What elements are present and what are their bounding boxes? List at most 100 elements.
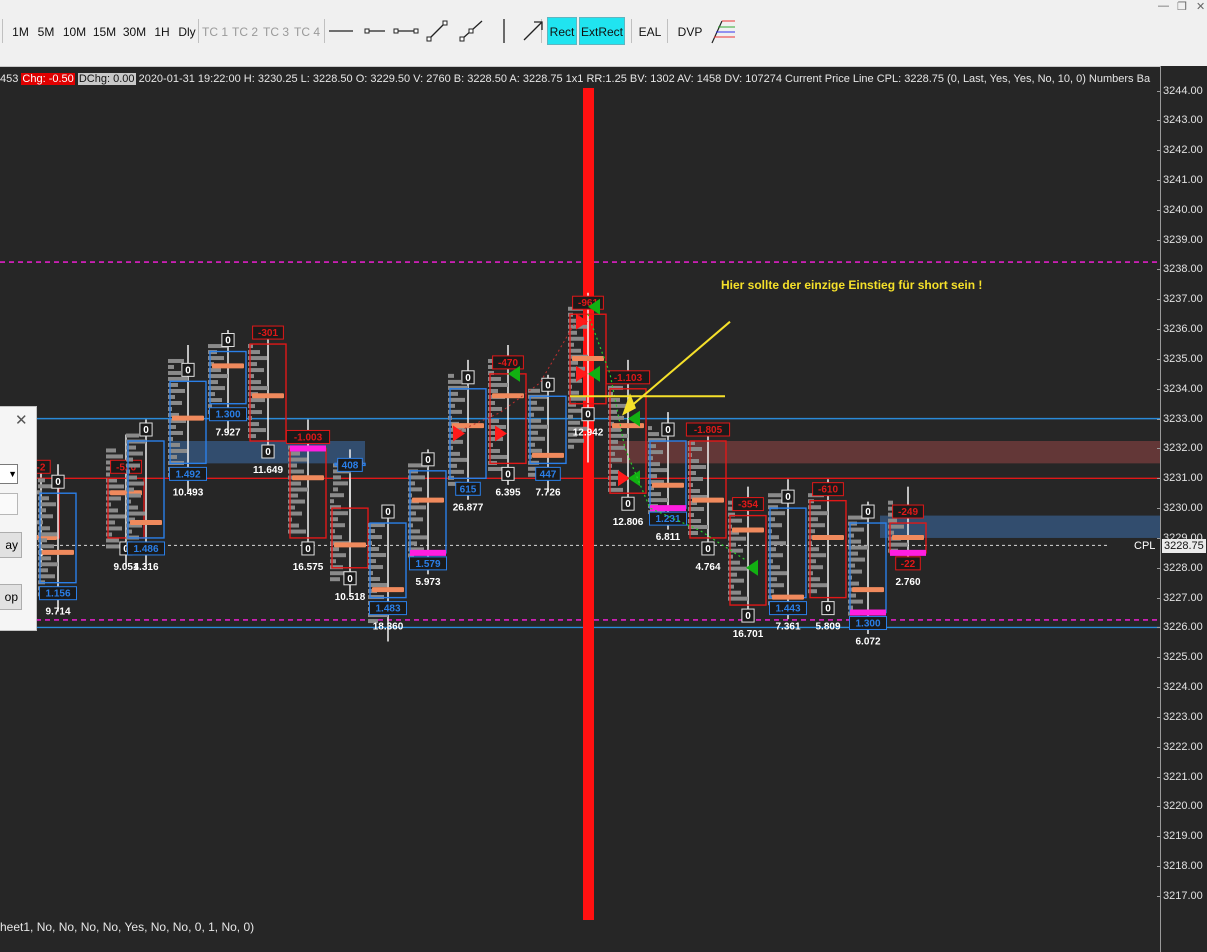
timeframe-button-30m[interactable]: 30M <box>120 17 149 45</box>
volume-profile-bar <box>168 448 187 453</box>
timeframe-button-5m[interactable]: 5M <box>34 17 58 45</box>
ray-tool-icon[interactable] <box>456 17 484 45</box>
minimize-icon[interactable]: — <box>1158 0 1169 12</box>
study-settings-status: heet1, No, No, No, No, Yes, No, No, 0, 1… <box>0 920 255 934</box>
volume-profile-bar <box>768 571 787 576</box>
price-axis-label: 3231.00 <box>1163 472 1203 485</box>
volume-profile-bar <box>528 424 548 429</box>
timeframe-button-dly[interactable]: Dly <box>175 17 199 45</box>
zone-rect-2[interactable] <box>880 515 1160 538</box>
chart-info-bar: 453 Chg: -0.50 DChg: 0.00 2020-01-31 19:… <box>0 71 1160 87</box>
volume-profile-bar <box>38 508 46 513</box>
volume-profile-bar <box>38 484 52 489</box>
price-axis-tick <box>1157 418 1161 420</box>
volume-profile-bar <box>688 465 706 470</box>
poc-marker <box>372 587 404 593</box>
price-axis-tick <box>1157 179 1161 181</box>
volume-profile-bar <box>368 553 386 558</box>
volume-profile-bar <box>126 433 139 438</box>
price-axis-label: 3221.00 <box>1163 770 1203 783</box>
horizontal-ray-tool-icon[interactable] <box>361 17 389 45</box>
poc-marker <box>212 363 244 369</box>
horizontal-line-tool-icon[interactable] <box>327 17 355 45</box>
volume-profile-bar <box>330 559 336 564</box>
price-axis-label: 3228.00 <box>1163 561 1203 574</box>
toolbar-separator <box>631 19 632 43</box>
close-icon[interactable]: ✕ <box>15 411 28 429</box>
dialog-button-stop[interactable]: op <box>0 584 22 610</box>
restore-icon[interactable]: ❐ <box>1177 0 1187 13</box>
volume-profile-bar <box>126 457 133 462</box>
volume-profile-bar <box>168 364 174 369</box>
price-axis-tick <box>1157 597 1161 599</box>
volume-profile-bar <box>448 457 467 462</box>
price-axis-tick <box>1157 150 1161 152</box>
volume-label: 2.760 <box>895 577 920 588</box>
volume-profile-bar <box>408 511 416 516</box>
price-axis-label: 3239.00 <box>1163 233 1203 246</box>
poc-marker <box>334 542 366 548</box>
arrow-tool-icon[interactable] <box>519 17 547 45</box>
poc-marker <box>852 587 884 593</box>
price-axis-tick <box>1157 806 1161 808</box>
volume-label: 12.942 <box>573 428 604 439</box>
timeframe-button-tc4[interactable]: TC 4 <box>293 17 321 45</box>
toolbar-separator <box>2 19 3 43</box>
volume-profile-bar <box>408 535 427 540</box>
info-details: 2020-01-31 19:22:00 H: 3230.25 L: 3228.5… <box>138 73 1151 85</box>
poc-marker <box>732 527 764 533</box>
price-axis-label: 3234.00 <box>1163 382 1203 395</box>
dialog-button-apply[interactable]: ay <box>0 532 22 558</box>
timeframe-button-1h[interactable]: 1H <box>151 17 173 45</box>
volume-profile-bar <box>528 442 535 447</box>
dropdown-select[interactable]: ▼ <box>0 464 18 484</box>
price-axis-tick <box>1157 508 1161 510</box>
timeframe-button-rect[interactable]: Rect <box>547 17 577 45</box>
timeframe-button-1m[interactable]: 1M <box>9 17 32 45</box>
volume-profile-bar <box>648 468 667 473</box>
poc-marker <box>292 475 324 481</box>
timeframe-button-15m[interactable]: 15M <box>91 17 118 45</box>
volume-profile-bar <box>648 432 659 437</box>
timeframe-button-eal[interactable]: EAL <box>636 17 664 45</box>
volume-profile-bar <box>38 562 58 567</box>
volume-profile-bar <box>38 478 45 483</box>
price-axis-tick <box>1157 448 1161 450</box>
timeframe-button-tc1[interactable]: TC 1 <box>201 17 229 45</box>
volume-profile-bar <box>288 457 307 462</box>
timeframe-button-tc2[interactable]: TC 2 <box>231 17 259 45</box>
price-chart[interactable]: -2801.1569.714-52609.05101.4864.31601.49… <box>0 88 1160 952</box>
price-axis[interactable]: 3244.00 3243.00 3242.00 3241.00 3240.00 3239.… <box>1157 66 1207 952</box>
timeframe-button-tc3[interactable]: TC 3 <box>262 17 290 45</box>
volume-profile-bar <box>448 373 454 378</box>
volume-label: 7.726 <box>535 487 560 498</box>
volume-profile-bar <box>808 583 827 588</box>
dialog-input[interactable] <box>0 493 18 515</box>
timeframe-button-extrect[interactable]: ExtRect <box>579 17 625 45</box>
price-axis-label: 3241.00 <box>1163 173 1203 186</box>
volume-profile-bar <box>568 408 583 413</box>
fibonacci-tool-icon[interactable] <box>708 17 736 45</box>
volume-profile-bar <box>330 517 338 522</box>
volume-profile-bar <box>888 530 894 535</box>
volume-profile-bar <box>808 511 828 516</box>
volume-profile-bar <box>368 529 375 534</box>
close-icon[interactable]: ✕ <box>1196 0 1205 13</box>
vertical-line-tool-icon[interactable] <box>490 17 518 45</box>
volume-profile-bar <box>808 553 826 558</box>
vertical-time-marker[interactable] <box>583 88 594 920</box>
volume-profile-bar <box>38 532 57 537</box>
volume-profile-bar <box>568 342 574 347</box>
price-axis-label: 3243.00 <box>1163 114 1203 127</box>
volume-label: 6.811 <box>656 532 681 543</box>
timeframe-button-dvp[interactable]: DVP <box>675 17 705 45</box>
price-axis-label: 3236.00 <box>1163 323 1203 336</box>
poc-marker <box>452 423 484 429</box>
timeframe-button-10m[interactable]: 10M <box>60 17 89 45</box>
trend-line-tool-icon[interactable] <box>423 17 451 45</box>
segment-tool-icon[interactable] <box>392 17 420 45</box>
volume-profile-bar <box>648 498 668 503</box>
volume-label: 26.877 <box>453 502 484 513</box>
value-label: 1.579 <box>415 559 440 570</box>
volume-profile-bar <box>168 358 184 363</box>
